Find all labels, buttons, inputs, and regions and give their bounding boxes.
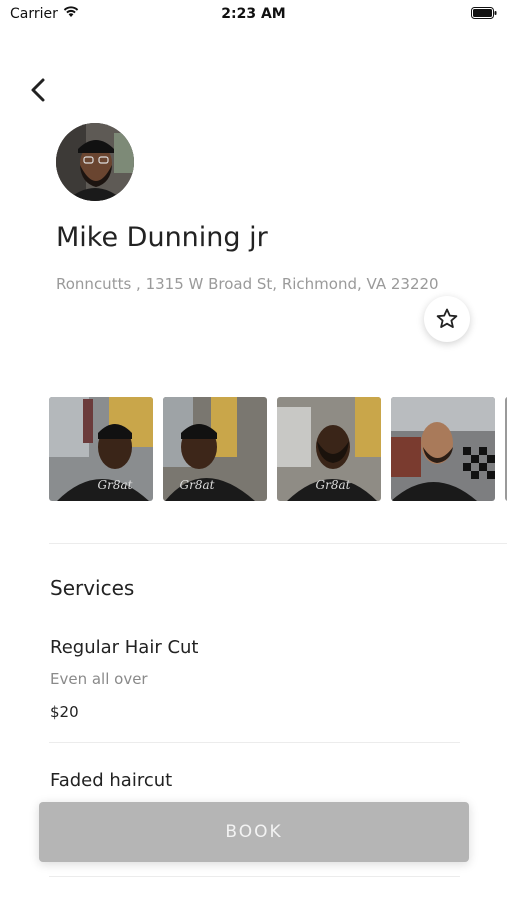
photo-gallery[interactable]: Gr8at Gr8at Gr8at xyxy=(49,397,507,501)
service-name[interactable]: Faded haircut xyxy=(50,770,172,791)
service-name[interactable]: Regular Hair Cut xyxy=(50,637,198,658)
book-button[interactable]: BOOK xyxy=(39,802,469,862)
battery-icon xyxy=(471,7,497,19)
gallery-watermark: Gr8at xyxy=(98,478,133,492)
service-divider xyxy=(49,876,460,877)
favorite-button[interactable] xyxy=(424,296,470,342)
section-divider xyxy=(49,543,507,544)
gallery-photo[interactable] xyxy=(391,397,495,501)
back-button[interactable] xyxy=(26,76,52,104)
gallery-photo[interactable]: Gr8at xyxy=(277,397,381,501)
avatar xyxy=(56,123,134,201)
gallery-watermark: Gr8at xyxy=(316,478,351,492)
gallery-photo[interactable]: Gr8at xyxy=(49,397,153,501)
barber-name: Mike Dunning jr xyxy=(56,222,268,253)
status-bar: Carrier 2:23 AM xyxy=(0,0,507,28)
star-outline-icon xyxy=(436,308,458,328)
barber-address: Ronncutts , 1315 W Broad St, Richmond, V… xyxy=(56,275,439,293)
gallery-watermark: Gr8at xyxy=(180,478,215,492)
service-price: $20 xyxy=(50,703,79,721)
gallery-photo[interactable]: Gr8at xyxy=(163,397,267,501)
status-time: 2:23 AM xyxy=(221,6,286,22)
service-divider xyxy=(49,742,460,743)
services-heading: Services xyxy=(50,576,135,600)
service-description: Even all over xyxy=(50,670,148,688)
chevron-left-icon xyxy=(31,78,45,102)
